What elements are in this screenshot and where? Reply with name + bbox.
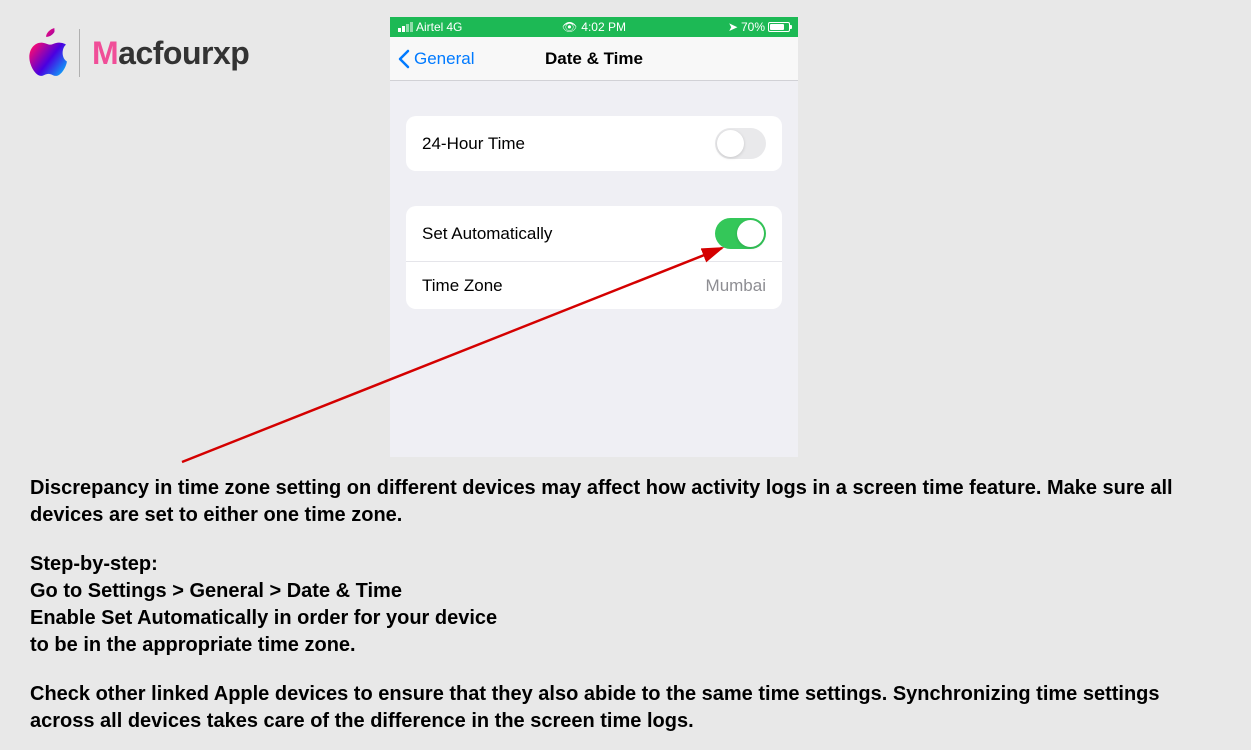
article-line: Step-by-step:	[30, 553, 158, 575]
article-p1: Discrepancy in time zone setting on diff…	[30, 475, 1221, 529]
settings-group-1: 24-Hour Time	[406, 116, 782, 171]
location-icon: ➤	[728, 20, 738, 34]
battery-icon	[768, 22, 790, 32]
toggle-set-automatically[interactable]	[715, 218, 766, 249]
status-bar: Airtel 4G 👁 4:02 PM ➤ 70%	[390, 17, 798, 37]
article-line: to be in the appropriate time zone.	[30, 634, 356, 656]
apple-icon	[25, 28, 67, 78]
row-time-zone[interactable]: Time Zone Mumbai	[406, 261, 782, 309]
toggle-24hour[interactable]	[715, 128, 766, 159]
site-logo: Macfourxp	[25, 28, 249, 78]
article-line: Go to Settings > General > Date & Time	[30, 580, 402, 602]
phone-screenshot: Airtel 4G 👁 4:02 PM ➤ 70% General Date &…	[390, 17, 798, 457]
carrier-label: Airtel	[416, 20, 443, 34]
status-left: Airtel 4G	[398, 20, 462, 34]
brand-name: Macfourxp	[92, 35, 249, 72]
row-set-automatically[interactable]: Set Automatically	[406, 206, 782, 261]
back-button[interactable]: General	[398, 49, 474, 69]
back-label: General	[414, 49, 474, 69]
brand-rest: acfourxp	[118, 35, 249, 71]
nav-title: Date & Time	[545, 49, 643, 69]
battery-percent: 70%	[741, 20, 765, 34]
article-p2: Step-by-step: Go to Settings > General >…	[30, 551, 1221, 659]
status-right: ➤ 70%	[728, 20, 790, 34]
row-24hour-time[interactable]: 24-Hour Time	[406, 116, 782, 171]
signal-icon	[398, 22, 413, 32]
row-label: Time Zone	[422, 276, 503, 296]
brand-first-letter: M	[92, 35, 118, 71]
settings-group-2: Set Automatically Time Zone Mumbai	[406, 206, 782, 309]
article-line: Enable Set Automatically in order for yo…	[30, 607, 497, 629]
network-label: 4G	[446, 20, 462, 34]
logo-divider	[79, 29, 80, 77]
article-p3: Check other linked Apple devices to ensu…	[30, 681, 1221, 735]
article-text: Discrepancy in time zone setting on diff…	[30, 475, 1221, 735]
settings-content: 24-Hour Time Set Automatically Time Zone…	[390, 81, 798, 309]
status-center: 👁 4:02 PM	[562, 20, 626, 34]
chevron-left-icon	[398, 49, 410, 69]
eye-icon: 👁	[562, 20, 577, 34]
row-label: Set Automatically	[422, 224, 552, 244]
time-label: 4:02 PM	[581, 20, 626, 34]
row-label: 24-Hour Time	[422, 134, 525, 154]
row-value: Mumbai	[706, 276, 766, 296]
nav-bar: General Date & Time	[390, 37, 798, 81]
